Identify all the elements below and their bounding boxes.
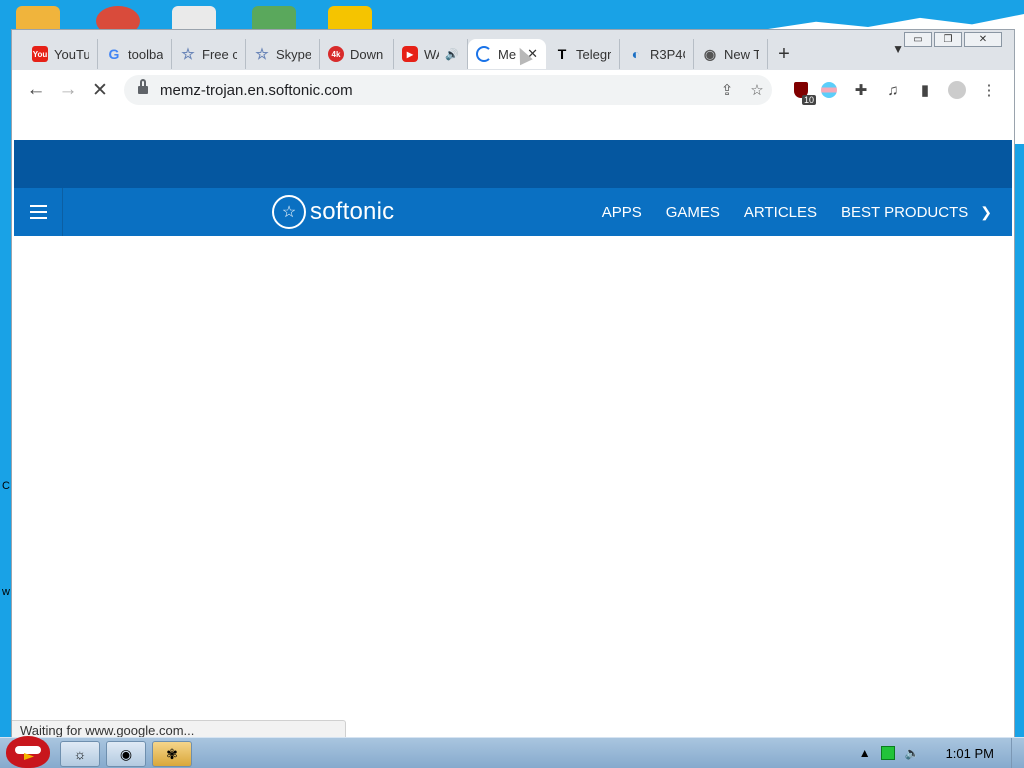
telegraph-icon: T <box>557 46 567 62</box>
side-panel-icon[interactable]: ▮ <box>914 80 936 100</box>
taskbar: ☼ ◉ ✾ ▲ 🔈 1:01 PM <box>0 734 1024 768</box>
tab-youtube[interactable]: You YouTul <box>24 39 98 69</box>
menu-games[interactable]: GAMES <box>666 204 720 221</box>
hamburger-menu-icon[interactable] <box>14 188 63 236</box>
site-menu: APPS GAMES ARTICLES BEST PRODUCTS ❯ <box>602 188 992 236</box>
chrome-icon: ◉ <box>703 45 717 62</box>
clock[interactable]: 1:01 PM <box>946 746 994 761</box>
show-desktop-button[interactable] <box>1011 738 1024 768</box>
star-icon: ☆ <box>181 46 195 63</box>
lock-icon[interactable] <box>138 79 148 96</box>
site-navigation: ☆ softonic APPS GAMES ARTICLES BEST PROD… <box>14 188 1012 236</box>
tab-search-chevron-icon[interactable]: ▼ <box>892 42 904 56</box>
tab-title: Skype <box>276 46 311 62</box>
tab-title: toolba <box>128 46 163 62</box>
chevron-down-icon[interactable]: ❯ <box>980 204 992 221</box>
desktop-edge-text-c: C <box>2 480 10 492</box>
angry-bird-start-icon <box>6 736 50 768</box>
star-icon: ☆ <box>255 46 269 63</box>
edge-icon: ◐ <box>631 46 641 62</box>
loading-spinner-icon <box>476 46 492 62</box>
tab-title: YouTul <box>54 46 89 62</box>
tab-title: Down <box>350 46 384 62</box>
taskbar-app-button[interactable]: ✾ <box>152 741 192 767</box>
bookmark-star-icon[interactable]: ☆ <box>742 81 772 99</box>
speaker-icon[interactable]: 🔊 <box>445 48 459 61</box>
tab-title: R3P4C <box>650 46 685 62</box>
download-site-icon: 4k <box>328 46 344 62</box>
tab-r3p4c[interactable]: ◐ R3P4C <box>620 39 694 69</box>
tab-memz-active[interactable]: Me ✕ <box>468 39 546 69</box>
extension-badge: 10 <box>801 95 816 105</box>
menu-best-products[interactable]: BEST PRODUCTS <box>841 204 968 221</box>
tab-title: New T <box>724 46 759 62</box>
stop-loading-button[interactable]: ✕ <box>84 74 116 106</box>
profile-avatar-icon[interactable] <box>946 80 968 100</box>
extensions-puzzle-icon[interactable]: ✚ <box>850 80 872 100</box>
volume-icon[interactable]: 🔈 <box>905 746 920 760</box>
tab-skype[interactable]: ☆ Skype <box>246 39 320 69</box>
menu-apps[interactable]: APPS <box>602 204 642 221</box>
tab-google[interactable]: G toolba <box>98 39 172 69</box>
back-button[interactable]: ← <box>20 74 52 106</box>
menu-kebab-icon[interactable]: ⋮ <box>978 80 1000 100</box>
browser-window: ▭ ❐ ✕ You YouTul G toolba ☆ Free c ☆ Sky… <box>11 29 1015 741</box>
ublock-extension-icon[interactable]: 10 <box>790 80 816 105</box>
tab-free[interactable]: ☆ Free c <box>172 39 246 69</box>
softonic-logo[interactable]: ☆ softonic <box>272 195 394 229</box>
tab-new-tab[interactable]: ◉ New T <box>694 39 768 69</box>
battery-icon[interactable] <box>880 746 895 760</box>
ad-banner <box>14 140 1012 188</box>
taskbar-chrome-button[interactable]: ◉ <box>106 741 146 767</box>
system-tray: ▲ 🔈 1:01 PM <box>859 738 1024 768</box>
softonic-star-icon: ☆ <box>272 195 306 229</box>
tab-title: Free c <box>202 46 237 62</box>
taskbar-explorer-button[interactable]: ☼ <box>60 741 100 767</box>
new-tab-button[interactable]: + <box>768 39 800 69</box>
browser-toolbar: ← → ✕ memz-trojan.en.softonic.com ⇪ ☆ 10… <box>12 70 1014 110</box>
youtube-icon: ▶ <box>402 46 418 62</box>
share-icon[interactable]: ⇪ <box>712 81 742 99</box>
menu-articles[interactable]: ARTICLES <box>744 204 817 221</box>
forward-button[interactable]: → <box>52 74 84 106</box>
address-bar[interactable]: memz-trojan.en.softonic.com ⇪ ☆ <box>124 75 772 105</box>
url-text[interactable]: memz-trojan.en.softonic.com <box>160 82 712 99</box>
tab-strip: You YouTul G toolba ☆ Free c ☆ Skype 4k … <box>24 38 984 70</box>
tab-telegraph[interactable]: T Telegr <box>546 39 620 69</box>
tray-overflow-icon[interactable]: ▲ <box>859 746 871 760</box>
logo-text: softonic <box>310 198 395 225</box>
google-icon: G <box>108 46 120 62</box>
tab-wa[interactable]: ▶ WA 🔊 <box>394 39 468 69</box>
desktop-edge-text-w: w <box>2 586 10 598</box>
tab-title: WA <box>424 46 439 62</box>
page-content: ☆ softonic APPS GAMES ARTICLES BEST PROD… <box>12 110 1014 740</box>
start-button[interactable] <box>2 734 50 768</box>
youtube-icon: You <box>32 46 48 62</box>
tab-title: Telegr <box>576 46 611 62</box>
flag-extension-icon[interactable] <box>818 80 840 100</box>
tab-download[interactable]: 4k Down <box>320 39 394 69</box>
media-queue-icon[interactable]: ♫ <box>882 80 904 100</box>
